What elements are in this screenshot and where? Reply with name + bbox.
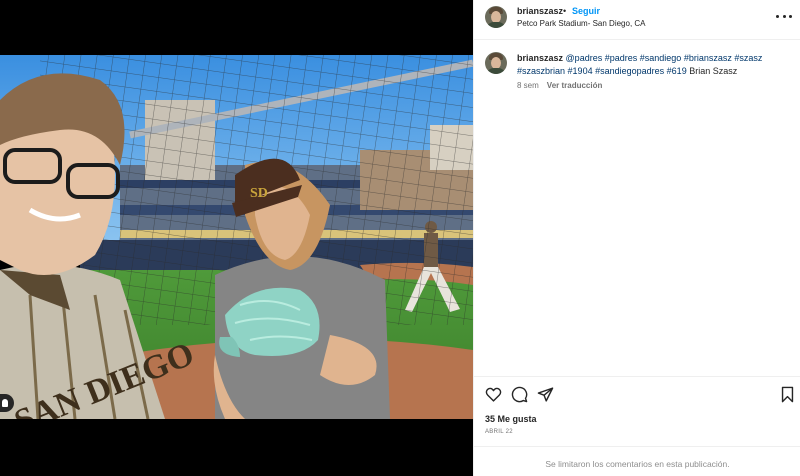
post-location[interactable]: Petco Park Stadium- San Diego, CA xyxy=(517,19,646,28)
caption-hashtag[interactable]: #1904 xyxy=(568,66,593,76)
post-caption: brianszasz @padres #padres #sandiego #br… xyxy=(517,52,787,78)
post-media-panel: SD SAN DIEGO xyxy=(0,0,473,476)
comment-icon[interactable] xyxy=(511,386,528,403)
likes-count[interactable]: 35 Me gusta xyxy=(485,414,537,424)
caption-hashtag[interactable]: #brianszasz xyxy=(684,53,732,63)
caption-mention[interactable]: @padres xyxy=(566,53,603,63)
comments-limited-notice: Se limitaron los comentarios en esta pub… xyxy=(545,459,730,469)
heart-icon[interactable] xyxy=(485,386,502,403)
caption-username[interactable]: brianszasz xyxy=(517,53,563,63)
follow-button[interactable]: Seguir xyxy=(572,6,600,16)
post-age: 8 sem xyxy=(517,81,539,90)
caption-text: Brian Szasz xyxy=(689,66,738,76)
bookmark-icon[interactable] xyxy=(779,386,796,403)
caption-hashtag[interactable]: #szasz xyxy=(734,53,762,63)
caption-hashtag[interactable]: #padres xyxy=(605,53,638,63)
caption-hashtag[interactable]: #619 xyxy=(667,66,687,76)
post-photo-illustration: SD SAN DIEGO xyxy=(0,55,473,419)
post-author-username[interactable]: brianszasz xyxy=(517,6,563,16)
caption-hashtag[interactable]: #sandiego xyxy=(640,53,682,63)
caption-avatar[interactable] xyxy=(485,52,507,74)
comments-footer: Se limitaron los comentarios en esta pub… xyxy=(474,446,800,476)
post-photo[interactable]: SD SAN DIEGO xyxy=(0,55,473,419)
avatar[interactable] xyxy=(485,6,507,28)
separator-dot: • xyxy=(563,6,567,16)
share-icon[interactable] xyxy=(537,386,554,403)
svg-text:SD: SD xyxy=(250,186,268,201)
more-options-icon[interactable] xyxy=(776,12,792,20)
post-side-panel: brianszasz • Seguir Petco Park Stadium- … xyxy=(473,0,800,476)
caption-meta: 8 sem Ver traducción xyxy=(517,81,602,90)
see-translation-link[interactable]: Ver traducción xyxy=(547,81,603,90)
post-date: ABRIL 22 xyxy=(485,429,513,435)
caption-hashtag[interactable]: #szaszbrian xyxy=(517,66,565,76)
post-actions: 35 Me gusta ABRIL 22 xyxy=(474,376,800,446)
post-header: brianszasz • Seguir Petco Park Stadium- … xyxy=(474,0,800,40)
caption-hashtag[interactable]: #sandiegopadres xyxy=(595,66,664,76)
